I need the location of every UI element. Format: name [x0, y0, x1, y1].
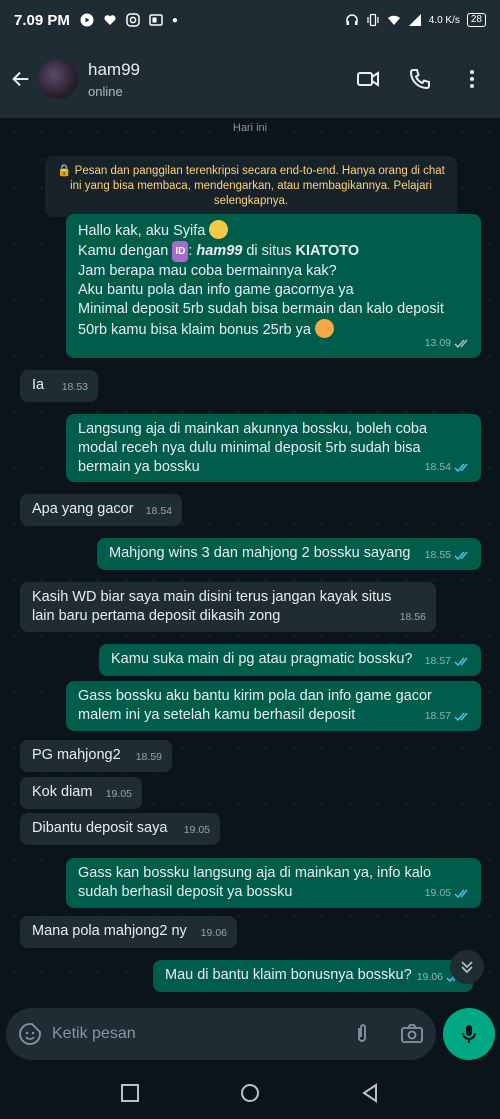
- voice-message-button[interactable]: [443, 1008, 495, 1060]
- camera-icon[interactable]: [400, 1022, 424, 1046]
- message-outgoing[interactable]: Langsung aja di mainkan akunnya bossku, …: [66, 414, 481, 482]
- home-icon[interactable]: [239, 1082, 261, 1104]
- double-chevron-down-icon: [461, 961, 473, 974]
- message-time: 18.57: [425, 652, 471, 671]
- message-time: 18.57: [425, 707, 471, 726]
- message-text: Kamu suka main di pg atau pragmatic boss…: [111, 651, 413, 667]
- status-time: 7.09 PM: [14, 11, 70, 29]
- status-bar: 7.09 PM ● 4.0 K/s 28: [0, 0, 500, 40]
- notification-icons: ●: [80, 13, 178, 27]
- message-text: Mau di bantu klaim bonusnya bossku?: [165, 967, 412, 983]
- message-incoming[interactable]: Mana pola mahjong2 ny 19.06: [20, 916, 237, 948]
- message-incoming[interactable]: Kasih WD biar saya main disini terus jan…: [20, 582, 436, 632]
- instagram-icon: [126, 13, 140, 27]
- play-icon: [80, 13, 94, 27]
- read-ticks-icon: [454, 463, 468, 473]
- sticker-icon[interactable]: [18, 1022, 42, 1046]
- system-nav-bar: [0, 1066, 500, 1119]
- message-time: 18.56: [399, 611, 426, 623]
- heart-face-emoji-icon: [314, 319, 334, 338]
- attach-icon[interactable]: [350, 1022, 374, 1046]
- header-actions: [356, 67, 490, 91]
- message-text: Mahjong wins 3 dan mahjong 2 bossku saya…: [109, 545, 411, 561]
- headset-icon: [345, 14, 358, 25]
- battery-level: 28: [466, 13, 486, 27]
- message-incoming[interactable]: Ia 18.53: [20, 370, 98, 402]
- system-icons: 4.0 K/s 28: [345, 13, 486, 27]
- id-badge: ID: [172, 241, 189, 262]
- contact-name: ham99: [88, 59, 140, 79]
- message-incoming[interactable]: Dibantu deposit saya 19.05: [20, 813, 220, 845]
- heart-icon: [104, 15, 116, 25]
- message-text: Ia: [32, 377, 45, 393]
- recent-apps-icon[interactable]: [119, 1082, 141, 1104]
- more-dot-icon: ●: [171, 14, 178, 26]
- signal-icon: [408, 14, 421, 26]
- message-time: 19.06: [200, 927, 227, 939]
- read-ticks-icon: [454, 339, 468, 349]
- wifi-icon: [387, 15, 400, 25]
- read-ticks-icon: [454, 551, 468, 561]
- chat-area[interactable]: Hari ini 🔒 Pesan dan panggilan terenkrip…: [0, 118, 500, 1000]
- message-time: 19.05: [105, 788, 132, 800]
- read-ticks-icon: [454, 712, 468, 722]
- message-text: Dibantu deposit saya: [32, 820, 168, 836]
- message-outgoing[interactable]: Hallo kak, aku Syifa Kamu dengan ID: ham…: [66, 214, 481, 358]
- message-line: Aku bantu pola dan info game gacornya ya: [78, 282, 354, 298]
- chat-header: ham99 online: [0, 40, 500, 118]
- read-ticks-icon: [454, 657, 468, 667]
- message-outgoing[interactable]: Mahjong wins 3 dan mahjong 2 bossku saya…: [97, 538, 481, 570]
- message-text: Kok diam: [32, 784, 93, 800]
- message-outgoing[interactable]: Gass kan bossku langsung aja di mainkan …: [66, 858, 481, 908]
- contact-info[interactable]: ham99 online: [88, 60, 140, 99]
- microphone-icon: [462, 1025, 476, 1043]
- message-line: Hallo kak, aku Syifa: [78, 220, 471, 241]
- message-time: 18.54: [145, 505, 172, 517]
- message-outgoing[interactable]: Gass bossku aku bantu kirim pola dan inf…: [66, 681, 481, 731]
- back-nav-icon[interactable]: [359, 1082, 381, 1104]
- back-arrow-icon[interactable]: [10, 68, 32, 90]
- message-text: Gass bossku aku bantu kirim pola dan inf…: [78, 688, 432, 723]
- message-time: 18.59: [135, 751, 162, 763]
- message-time: 18.54: [425, 458, 471, 477]
- message-incoming[interactable]: Apa yang gacor 18.54: [20, 494, 182, 526]
- avatar[interactable]: [38, 59, 78, 99]
- message-time: 19.05: [425, 884, 471, 903]
- message-input[interactable]: [52, 1025, 350, 1043]
- message-incoming[interactable]: PG mahjong2 18.59: [20, 740, 172, 772]
- composer: [0, 1000, 500, 1066]
- message-time: 19.05: [183, 824, 210, 836]
- video-call-icon[interactable]: [356, 67, 380, 91]
- encryption-notice[interactable]: 🔒 Pesan dan panggilan terenkripsi secara…: [45, 156, 457, 217]
- message-outgoing[interactable]: Mau di bantu klaim bonusnya bossku? 19.0…: [153, 960, 473, 992]
- message-outgoing[interactable]: Kamu suka main di pg atau pragmatic boss…: [99, 644, 481, 676]
- contact-status: online: [88, 83, 123, 99]
- message-text: PG mahjong2: [32, 747, 121, 763]
- scroll-to-bottom-button[interactable]: [450, 950, 484, 984]
- vibrate-icon: [367, 13, 379, 27]
- smile-emoji-icon: [209, 220, 229, 239]
- message-text: Gass kan bossku langsung aja di mainkan …: [78, 865, 432, 900]
- message-line: Jam berapa mau coba bermainnya kak?: [78, 263, 337, 279]
- message-time: 13.09: [425, 334, 471, 353]
- message-time: 18.55: [425, 546, 471, 565]
- office-icon: [149, 14, 163, 26]
- read-ticks-icon: [454, 889, 468, 899]
- message-line: 50rb kamu bisa klaim bonus 25rb ya: [78, 319, 471, 340]
- more-options-icon[interactable]: [460, 67, 484, 91]
- phone-call-icon[interactable]: [408, 67, 432, 91]
- message-text: Mana pola mahjong2 ny: [32, 923, 187, 939]
- message-text: Langsung aja di mainkan akunnya bossku, …: [78, 421, 428, 475]
- network-speed: 4.0 K/s: [428, 14, 460, 26]
- message-time: 18.53: [61, 381, 88, 393]
- message-line: Minimal deposit 5rb sudah bisa bermain d…: [78, 301, 444, 317]
- message-input-box[interactable]: [6, 1008, 436, 1060]
- message-line: Kamu dengan ID: ham99 di situs KIATOTO: [78, 241, 471, 262]
- message-text: Kasih WD biar saya main disini terus jan…: [32, 589, 392, 624]
- message-text: Apa yang gacor: [32, 501, 134, 517]
- message-incoming[interactable]: Kok diam 19.05: [20, 777, 142, 809]
- date-chip: Hari ini: [232, 122, 268, 134]
